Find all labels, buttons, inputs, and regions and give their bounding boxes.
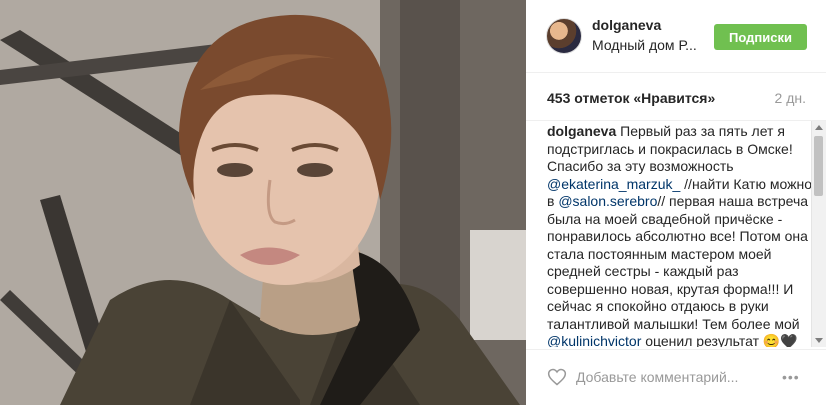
scroll-up-icon[interactable] [815, 125, 823, 130]
scroll-down-icon[interactable] [815, 338, 823, 343]
post-photo[interactable] [0, 0, 526, 405]
likes-count[interactable]: 453 отметок «Нравится» [547, 90, 715, 106]
likes-row: 453 отметок «Нравится» 2 дн. [526, 72, 826, 121]
mention-link[interactable]: @kulinichvictor [547, 333, 641, 347]
post-side-panel: dolganeva Модный дом Р... Подписки 453 о… [526, 0, 826, 405]
post-time[interactable]: 2 дн. [775, 90, 806, 106]
following-button[interactable]: Подписки [714, 24, 807, 50]
post-header: dolganeva Модный дом Р... Подписки [526, 0, 826, 73]
comment-footer: ••• [526, 349, 826, 406]
username-link[interactable]: dolganeva [592, 17, 661, 33]
heart-icon[interactable] [547, 367, 567, 387]
mention-link[interactable]: @ekaterina_marzuk_ [547, 176, 680, 192]
mention-link[interactable]: @salon.serebro [558, 193, 657, 209]
post-caption: dolganeva Первый раз за пять лет я подст… [547, 123, 813, 347]
caption-username[interactable]: dolganeva [547, 123, 616, 139]
selfie-image [0, 0, 526, 405]
instagram-post-window: dolganeva Модный дом Р... Подписки 453 о… [0, 0, 826, 405]
caption-text: // первая наша встреча была на моей свад… [547, 193, 809, 332]
more-icon[interactable]: ••• [782, 367, 806, 387]
comment-input[interactable] [576, 367, 776, 387]
caption-text: оценил результат 😊🖤 [645, 333, 798, 347]
location-link[interactable]: Модный дом Р... [592, 37, 697, 53]
avatar[interactable] [546, 18, 582, 54]
scroll-thumb[interactable] [814, 136, 823, 196]
comments-area: dolganeva Первый раз за пять лет я подст… [526, 121, 826, 347]
comments-scrollbar[interactable] [811, 121, 826, 347]
